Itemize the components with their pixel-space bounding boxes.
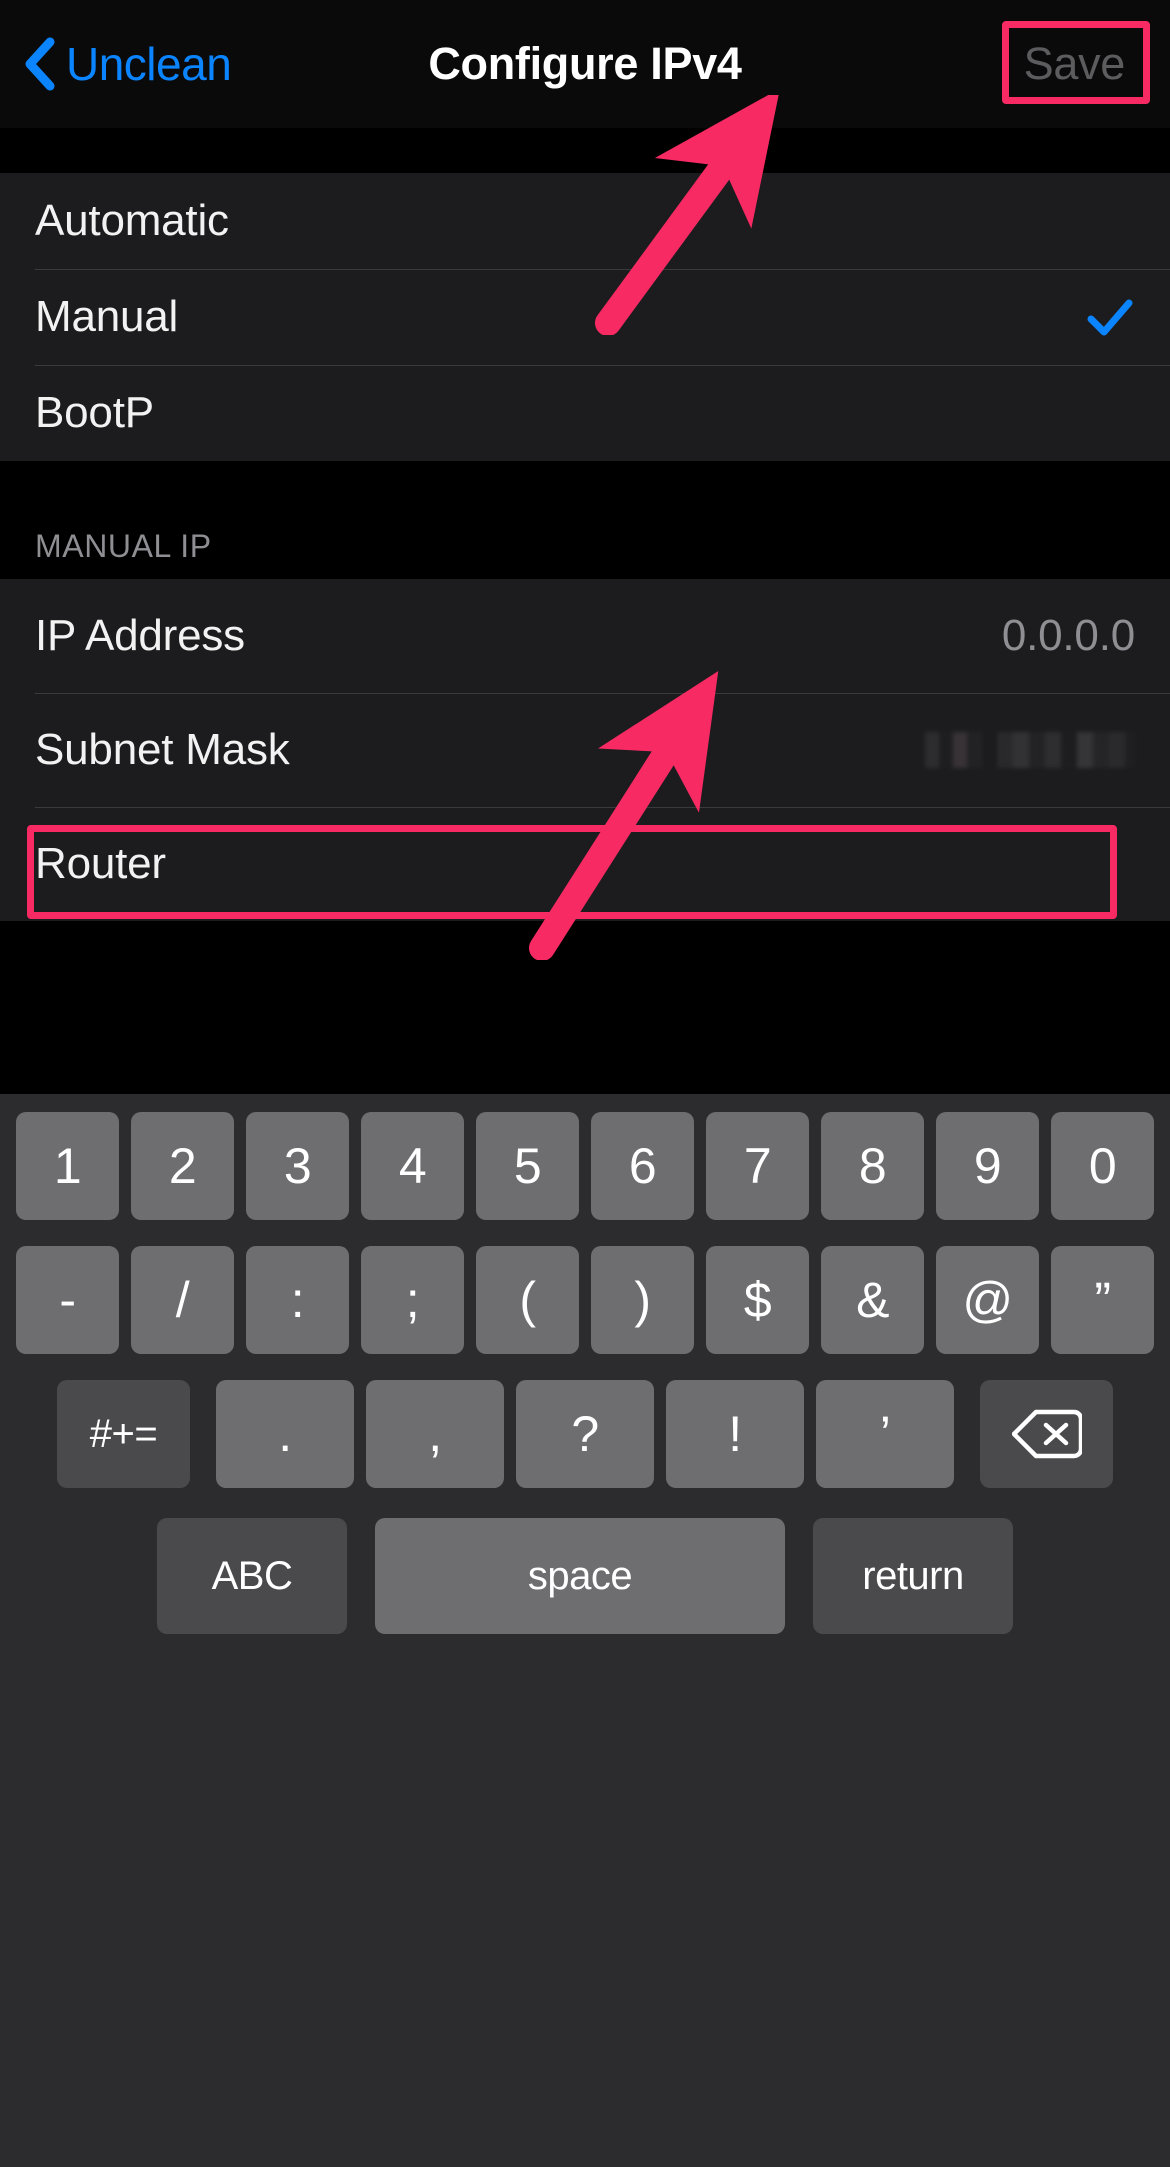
save-button[interactable]: Save: [1024, 38, 1126, 90]
key-2[interactable]: 2: [131, 1112, 234, 1220]
key-space[interactable]: space: [375, 1518, 785, 1634]
key-return[interactable]: return: [813, 1518, 1013, 1634]
key-8[interactable]: 8: [821, 1112, 924, 1220]
keyboard-spacer: [960, 1380, 974, 1488]
keyboard-row-bottom: ABC space return: [6, 1518, 1164, 1634]
ios-configure-ipv4-screen: Unclean Configure IPv4 Save Automatic Ma…: [0, 0, 1170, 2167]
key-quote[interactable]: ”: [1051, 1246, 1154, 1354]
row-label: BootP: [35, 388, 154, 437]
key-paren-close[interactable]: ): [591, 1246, 694, 1354]
key-9[interactable]: 9: [936, 1112, 1039, 1220]
ip-address-input[interactable]: 0.0.0.0: [1002, 611, 1135, 661]
row-automatic[interactable]: Automatic: [0, 173, 1170, 269]
row-label: Automatic: [35, 196, 229, 245]
key-comma[interactable]: ,: [366, 1380, 504, 1488]
key-paren-open[interactable]: (: [476, 1246, 579, 1354]
keyboard-row-symbols: - / : ; ( ) $ & @ ”: [6, 1246, 1164, 1354]
manual-ip-group: IP Address 0.0.0.0 Subnet Mask Router: [0, 579, 1170, 921]
key-ampersand[interactable]: &: [821, 1246, 924, 1354]
subnet-mask-redacted-value[interactable]: [925, 732, 1135, 768]
key-question[interactable]: ?: [516, 1380, 654, 1488]
key-at[interactable]: @: [936, 1246, 1039, 1354]
key-dollar[interactable]: $: [706, 1246, 809, 1354]
keyboard-spacer: [196, 1380, 210, 1488]
key-abc[interactable]: ABC: [157, 1518, 347, 1634]
key-7[interactable]: 7: [706, 1112, 809, 1220]
key-semicolon[interactable]: ;: [361, 1246, 464, 1354]
row-label: IP Address: [35, 611, 245, 660]
key-slash[interactable]: /: [131, 1246, 234, 1354]
on-screen-keyboard: 1 2 3 4 5 6 7 8 9 0 - / : ; ( ) $ & @ ” …: [0, 1094, 1170, 2167]
key-4[interactable]: 4: [361, 1112, 464, 1220]
navigation-bar: Unclean Configure IPv4 Save: [0, 0, 1170, 128]
row-ip-address[interactable]: IP Address 0.0.0.0: [0, 579, 1170, 693]
row-label: Manual: [35, 292, 179, 341]
delete-backward-icon: [1011, 1408, 1082, 1460]
keyboard-row-punctuation: #+= . , ? ! ’: [6, 1380, 1164, 1488]
key-5[interactable]: 5: [476, 1112, 579, 1220]
row-router[interactable]: Router: [0, 807, 1170, 921]
row-subnet-mask[interactable]: Subnet Mask: [0, 693, 1170, 807]
row-bootp[interactable]: BootP: [0, 365, 1170, 461]
key-delete[interactable]: [980, 1380, 1113, 1488]
row-label: Subnet Mask: [35, 725, 290, 774]
manual-ip-section-header: MANUAL IP: [0, 461, 1170, 579]
key-symbols-toggle[interactable]: #+=: [57, 1380, 190, 1488]
key-6[interactable]: 6: [591, 1112, 694, 1220]
page-title: Configure IPv4: [428, 38, 742, 89]
key-apostrophe[interactable]: ’: [816, 1380, 954, 1488]
key-hyphen[interactable]: -: [16, 1246, 119, 1354]
key-period[interactable]: .: [216, 1380, 354, 1488]
configure-method-group: Automatic Manual BootP: [0, 173, 1170, 461]
key-1[interactable]: 1: [16, 1112, 119, 1220]
keyboard-row-numbers: 1 2 3 4 5 6 7 8 9 0: [6, 1112, 1164, 1220]
checkmark-icon: [1085, 292, 1135, 342]
keyboard-spacer: [791, 1518, 807, 1634]
key-3[interactable]: 3: [246, 1112, 349, 1220]
keyboard-spacer: [353, 1518, 369, 1634]
section-header-label: MANUAL IP: [0, 461, 212, 579]
row-manual[interactable]: Manual: [0, 269, 1170, 365]
nav-spacer: [0, 128, 1170, 173]
key-exclamation[interactable]: !: [666, 1380, 804, 1488]
row-label: Router: [35, 839, 166, 888]
key-colon[interactable]: :: [246, 1246, 349, 1354]
key-0[interactable]: 0: [1051, 1112, 1154, 1220]
